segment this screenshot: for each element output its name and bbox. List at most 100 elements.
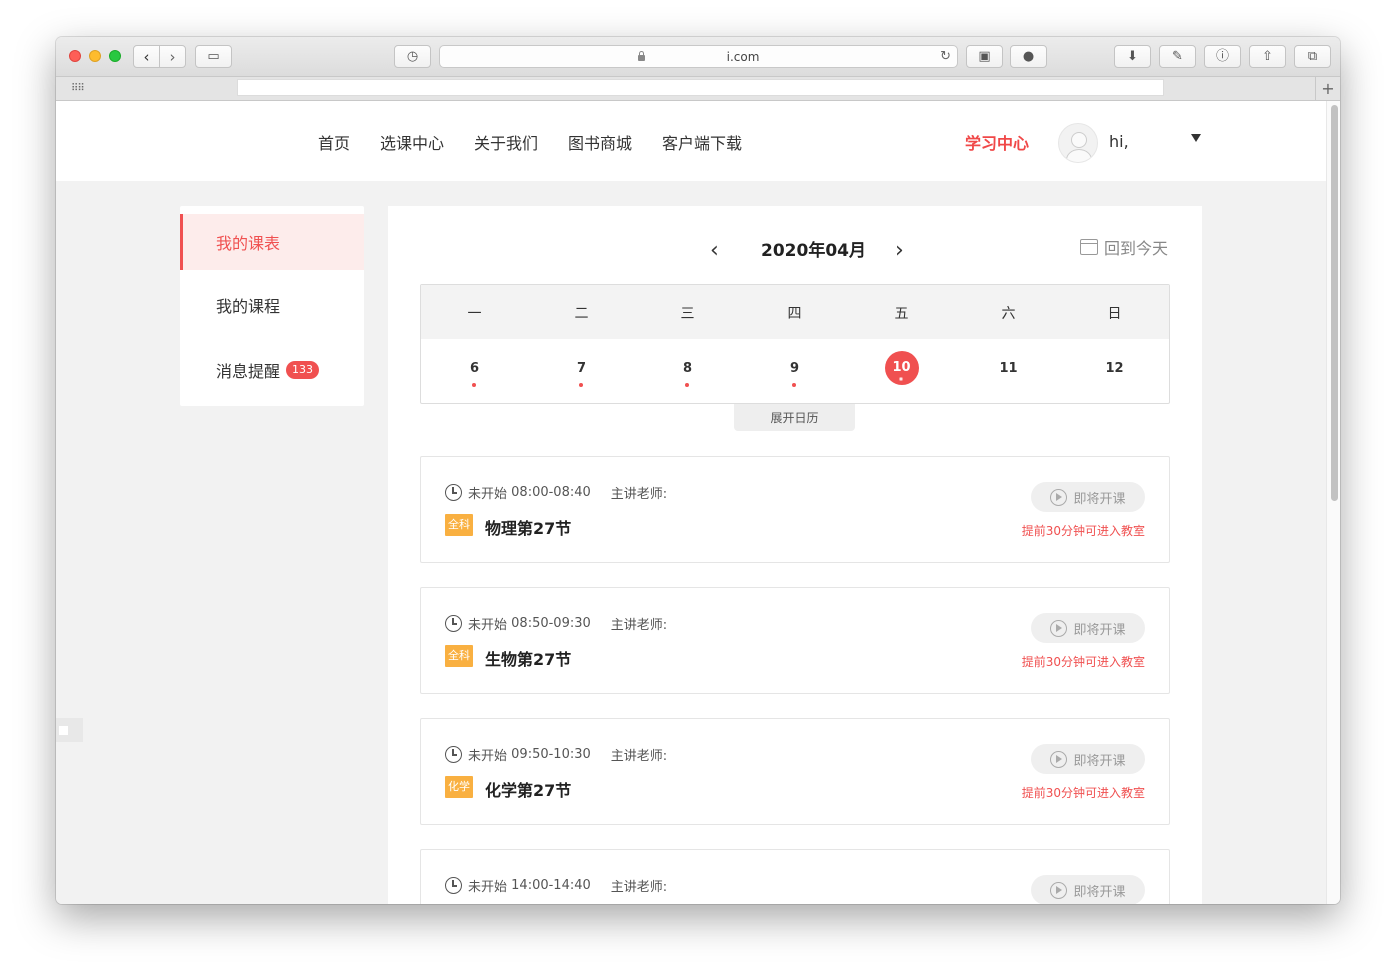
download-icon[interactable]: ⬇ [1114,45,1151,68]
calendar-day[interactable]: 12 [1061,361,1168,376]
clock-icon [445,484,462,501]
weekday-label: 一 [467,306,482,322]
enter-class-label: 即将开课 [1073,622,1126,638]
day-number: 9 [789,361,800,376]
address-bar[interactable]: i.com ↻ [439,45,958,68]
enter-class-button[interactable]: 即将开课 [1031,482,1145,512]
calendar-day[interactable]: 6 [421,361,528,387]
sidebar: 我的课表 我的课程 消息提醒 133 [180,206,364,406]
calendar-day[interactable]: 11 [955,361,1062,376]
lesson-meta: 未开始 08:50-09:30 主讲老师: [445,614,667,633]
enter-hint: 提前30分钟可进入教室 [1021,655,1145,669]
zoom-window-button[interactable] [109,50,121,62]
play-icon [1050,750,1068,768]
clock-icon [445,877,462,894]
message-count-badge: 133 [286,361,320,379]
teacher-label: 主讲老师: [610,880,668,895]
new-tab-button[interactable]: + [1315,77,1340,100]
weekday-label: 五 [894,306,909,322]
lesson-card: 未开始 09:50-10:30 主讲老师: 化学 化学第27节 即将开课 提前3… [420,718,1170,825]
lesson-status: 未开始 [468,880,508,895]
day-number: 8 [682,361,693,376]
lesson-time: 14:00-14:40 [511,878,591,893]
extension-2-icon[interactable]: ● [1010,45,1047,68]
day-number: 11 [999,361,1018,376]
lesson-meta: 未开始 14:00-14:40 主讲老师: [445,876,667,895]
side-float-tab[interactable] [56,718,83,742]
grid-icon[interactable]: ⠿⠿ [71,83,85,94]
chevron-down-icon[interactable] [1191,134,1201,142]
lesson-meta: 未开始 09:50-10:30 主讲老师: [445,745,667,764]
address-text: i.com [726,49,760,64]
sidebar-item-my-courses[interactable]: 我的课程 [180,277,364,333]
clock-icon [445,746,462,763]
history-nav: ‹ › [133,45,186,68]
sidebar-toggle-icon[interactable]: ▭ [195,45,232,68]
info-icon[interactable]: ⓘ [1204,45,1241,68]
nav-course-center[interactable]: 选课中心 [380,130,444,154]
back-to-today-label: 回到今天 [1104,239,1169,258]
play-icon [1050,881,1068,899]
sidebar-item-my-schedule[interactable]: 我的课表 [180,214,364,270]
scrollbar-thumb[interactable] [1331,105,1338,501]
teacher-label: 主讲老师: [610,487,668,502]
back-to-today-button[interactable]: 回到今天 [1080,235,1168,259]
calendar-day[interactable]: 9 [741,361,848,387]
weekday-label: 三 [680,306,695,322]
class-dot-icon [792,383,796,387]
enter-class-label: 即将开课 [1073,491,1126,507]
reload-icon[interactable]: ↻ [940,49,951,64]
nav-home[interactable]: 首页 [318,130,350,154]
history-icon[interactable]: ◷ [394,45,431,68]
weekday-header: 一 二 三 四 五 六 日 [421,285,1169,339]
enter-class-button[interactable]: 即将开课 [1031,613,1145,643]
calendar-day-today[interactable]: 10 [848,351,955,395]
nav-about[interactable]: 关于我们 [474,130,538,154]
browser-window: ‹ › ▭ ◷ i.com ↻ ▣ ● ⬇ ✎ ⓘ ⇧ ⧉ ⠿⠿ + 首页 选课… [56,37,1340,904]
lesson-status: 未开始 [468,618,508,633]
sidebar-item-messages[interactable]: 消息提醒 133 [180,342,364,398]
weekday-label: 二 [574,306,589,322]
back-icon[interactable]: ‹ [134,46,160,67]
chevron-left-icon[interactable]: ‹ [710,240,719,262]
expand-calendar-button[interactable]: 展开日历 [734,404,855,431]
tab-active[interactable] [237,79,1164,96]
enter-class-button[interactable]: 即将开课 [1031,744,1145,774]
enter-class-label: 即将开课 [1073,753,1126,769]
calendar-day[interactable]: 7 [528,361,635,387]
forward-icon[interactable]: › [160,46,185,67]
enter-hint: 提前30分钟可进入教室 [1021,524,1145,538]
nav-client-download[interactable]: 客户端下载 [662,130,742,154]
subject-tag: 全科 [445,514,473,536]
nav-study-center[interactable]: 学习中心 [965,130,1029,154]
sidebar-item-label: 消息提醒 [216,362,281,381]
page-scrollbar[interactable] [1326,101,1340,904]
tab-bar: ⠿⠿ + [56,77,1340,101]
minimize-window-button[interactable] [89,50,101,62]
lesson-title[interactable]: 生物第27节 [485,646,571,670]
enter-class-button[interactable]: 即将开课 [1031,875,1145,904]
class-dot-icon [472,383,476,387]
avatar[interactable] [1058,123,1098,163]
day-number: 7 [576,361,587,376]
lesson-card: 未开始 08:50-09:30 主讲老师: 全科 生物第27节 即将开课 提前3… [420,587,1170,694]
nav-bookstore[interactable]: 图书商城 [568,130,632,154]
subject-tag: 全科 [445,645,473,667]
browser-toolbar: ‹ › ▭ ◷ i.com ↻ ▣ ● ⬇ ✎ ⓘ ⇧ ⧉ [56,37,1340,77]
lesson-title[interactable]: 物理第27节 [485,515,571,539]
enter-class-label: 即将开课 [1073,884,1126,900]
tabs-overview-icon[interactable]: ⧉ [1294,45,1331,68]
edit-icon[interactable]: ✎ [1159,45,1196,68]
share-icon[interactable]: ⇧ [1249,45,1286,68]
close-window-button[interactable] [69,50,81,62]
enter-hint: 提前30分钟可进入教室 [1021,786,1145,800]
chevron-right-icon[interactable]: › [895,240,904,262]
calendar-day[interactable]: 8 [634,361,741,387]
lesson-card: 未开始 08:00-08:40 主讲老师: 全科 物理第27节 即将开课 提前3… [420,456,1170,563]
lesson-title[interactable]: 化学第27节 [485,777,571,801]
lesson-time: 08:50-09:30 [511,616,591,631]
lesson-time: 08:00-08:40 [511,485,591,500]
lesson-time: 09:50-10:30 [511,747,591,762]
user-greeting: hi, [1109,132,1129,151]
extension-icon[interactable]: ▣ [966,45,1003,68]
